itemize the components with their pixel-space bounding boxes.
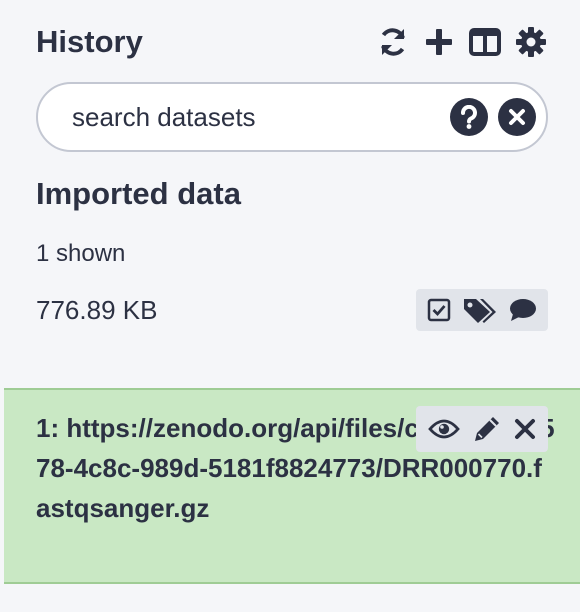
new-history-button[interactable] xyxy=(422,25,456,59)
panel-title: History xyxy=(36,24,143,59)
gear-icon xyxy=(516,27,546,57)
search-clear-button[interactable] xyxy=(498,98,536,136)
check-square-icon xyxy=(428,298,451,322)
refresh-button[interactable] xyxy=(376,25,410,59)
history-toolbar xyxy=(376,25,548,59)
history-name[interactable]: Imported data xyxy=(36,176,241,212)
delete-dataset-button[interactable] xyxy=(514,418,536,440)
refresh-icon xyxy=(381,28,405,56)
shown-count: 1 shown xyxy=(36,240,126,267)
search-input[interactable] xyxy=(72,101,440,133)
annotation-button[interactable] xyxy=(509,298,537,322)
eye-icon xyxy=(428,419,461,439)
search-help-button[interactable] xyxy=(450,98,488,136)
history-actions-group xyxy=(416,289,548,331)
tags-icon xyxy=(463,299,496,323)
close-icon xyxy=(509,109,525,125)
dataset-actions-group xyxy=(416,406,548,452)
close-icon xyxy=(514,419,535,439)
history-size[interactable]: 776.89 KB xyxy=(36,295,157,326)
columns-icon xyxy=(469,28,501,56)
dataset-item[interactable]: 1: https://zenodo.org/api/files/c07c0fbd… xyxy=(4,388,580,584)
select-items-button[interactable] xyxy=(427,298,451,322)
history-size-row: 776.89 KB xyxy=(36,288,548,332)
history-header: History xyxy=(36,22,548,62)
view-dataset-button[interactable] xyxy=(428,418,461,440)
tags-button[interactable] xyxy=(462,296,498,324)
history-options-button[interactable] xyxy=(514,25,548,59)
pencil-icon xyxy=(474,417,499,441)
search-box xyxy=(36,82,548,152)
edit-dataset-button[interactable] xyxy=(473,415,501,443)
question-icon xyxy=(460,105,477,129)
comment-icon xyxy=(509,299,536,321)
multiview-button[interactable] xyxy=(468,25,502,59)
plus-icon xyxy=(426,29,452,55)
